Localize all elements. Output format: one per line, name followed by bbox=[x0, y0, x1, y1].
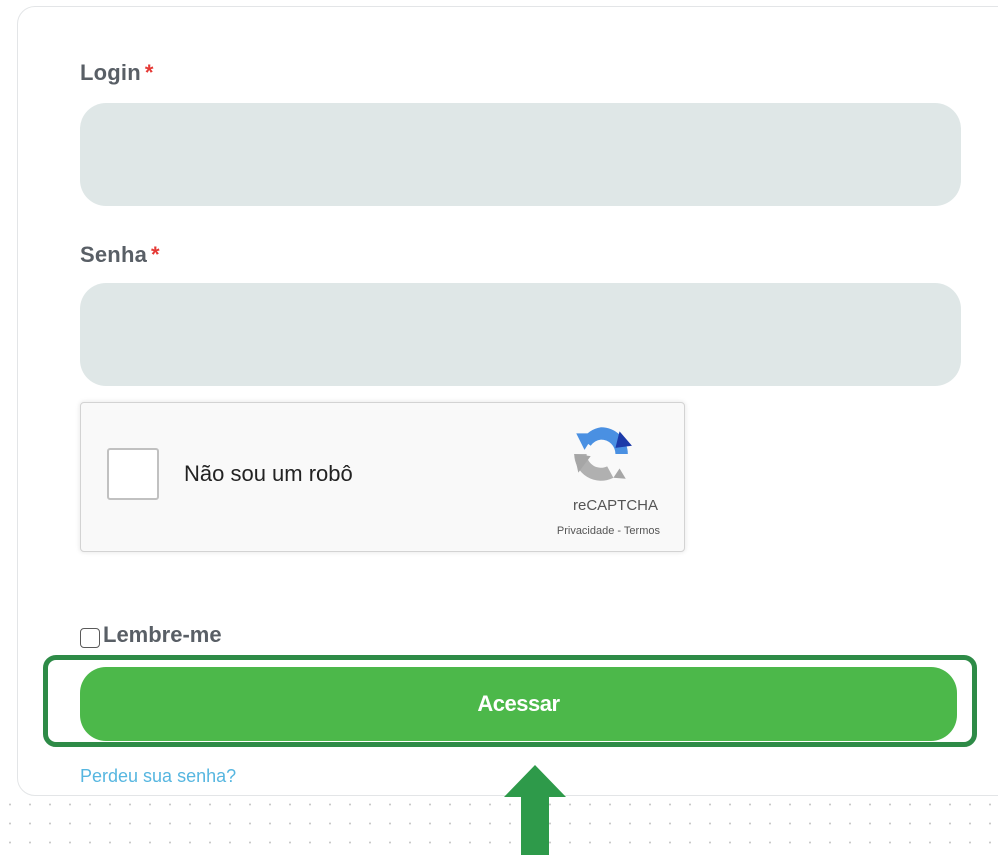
arrow-up-icon bbox=[504, 765, 566, 855]
password-label: Senha * bbox=[80, 242, 160, 268]
remember-checkbox[interactable] bbox=[80, 628, 100, 648]
remember-me[interactable]: Lembre-me bbox=[80, 622, 222, 648]
remember-label: Lembre-me bbox=[103, 622, 222, 647]
password-label-text: Senha bbox=[80, 242, 148, 267]
lost-password-link[interactable]: Perdeu sua senha? bbox=[80, 766, 236, 787]
recaptcha-logo-icon bbox=[574, 427, 632, 481]
recaptcha-links[interactable]: Privacidade - Termos bbox=[557, 525, 660, 537]
recaptcha-checkbox[interactable] bbox=[107, 448, 159, 500]
recaptcha-label: Não sou um robô bbox=[184, 461, 353, 486]
login-label: Login * bbox=[80, 60, 154, 86]
login-required-mark: * bbox=[144, 60, 154, 85]
page: Login * Senha * Não sou um robô reCAPTCHA … bbox=[0, 0, 998, 855]
recaptcha-brand: reCAPTCHA bbox=[572, 497, 658, 514]
password-input[interactable] bbox=[80, 283, 961, 386]
highlight-box bbox=[43, 655, 977, 747]
login-input[interactable] bbox=[80, 103, 961, 206]
dotted-background bbox=[0, 790, 998, 855]
recaptcha-widget: Não sou um robô reCAPTCHA Privacidade - … bbox=[80, 402, 685, 552]
login-label-text: Login bbox=[80, 60, 141, 85]
password-required-mark: * bbox=[151, 242, 160, 267]
